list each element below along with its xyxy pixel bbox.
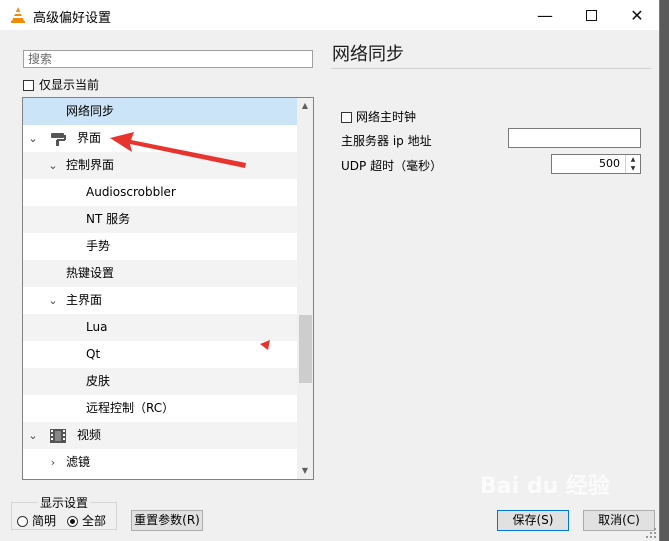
server-ip-label: 主服务器 ip 地址 bbox=[341, 134, 432, 148]
paint-roller-icon bbox=[51, 133, 66, 146]
tree-item-control-interfaces[interactable]: ⌄ 控制界面 bbox=[23, 152, 297, 179]
radio-all-label: 全部 bbox=[82, 514, 107, 528]
tree-item-remote-control[interactable]: 远程控制（RC） bbox=[23, 395, 297, 422]
tree-item-hotkeys[interactable]: 热键设置 bbox=[23, 260, 297, 287]
cancel-button[interactable]: 取消(C) bbox=[583, 510, 655, 531]
vlc-cone-icon bbox=[11, 7, 25, 23]
tree-item-label: 界面 bbox=[77, 131, 102, 145]
tree-item-label: NT 服务 bbox=[86, 212, 131, 226]
tree-item-main-interfaces[interactable]: ⌄ 主界面 bbox=[23, 287, 297, 314]
preferences-window: 高级偏好设置 — ✕ 仅显示当前 网络同步 ⌄ 界面 ⌄ 控制界面 Audios… bbox=[0, 0, 660, 541]
radio-all[interactable] bbox=[67, 516, 78, 527]
tree-item-label: Qt bbox=[86, 347, 101, 361]
save-button[interactable]: 保存(S) bbox=[497, 510, 569, 531]
radio-simple-option[interactable]: 简明 bbox=[17, 512, 56, 529]
tree-item-label: 滤镜 bbox=[66, 455, 91, 469]
chevron-down-icon[interactable]: ⌄ bbox=[47, 152, 59, 179]
watermark: Bai du 经验 bbox=[480, 474, 610, 499]
resize-grip-icon[interactable] bbox=[646, 528, 656, 538]
reset-button[interactable]: 重置参数(R) bbox=[131, 510, 203, 531]
chevron-down-icon[interactable]: ⌄ bbox=[27, 125, 39, 152]
udp-timeout-spinbox[interactable]: 500 ▲ ▼ bbox=[551, 154, 641, 174]
search-input[interactable] bbox=[23, 50, 313, 68]
minimize-button[interactable]: — bbox=[522, 0, 568, 30]
tree-item-label: 控制界面 bbox=[66, 158, 115, 172]
only-current-label: 仅显示当前 bbox=[39, 78, 100, 92]
tree-scrollbar[interactable]: ▲ ▼ bbox=[297, 98, 313, 479]
chevron-down-icon[interactable]: ⌄ bbox=[47, 287, 59, 314]
tree-item-netsync[interactable]: 网络同步 bbox=[23, 98, 297, 125]
radio-all-option[interactable]: 全部 bbox=[67, 512, 106, 529]
scroll-down-icon[interactable]: ▼ bbox=[297, 463, 313, 479]
only-current-option[interactable]: 仅显示当前 bbox=[23, 76, 99, 93]
udp-timeout-label: UDP 超时（毫秒） bbox=[341, 159, 443, 173]
close-icon: ✕ bbox=[630, 5, 644, 25]
tree-item-label: 远程控制（RC） bbox=[86, 401, 175, 415]
tree-item-nt-service[interactable]: NT 服务 bbox=[23, 206, 297, 233]
tree-item-label: 热键设置 bbox=[66, 266, 115, 280]
master-clock-label: 网络主时钟 bbox=[356, 110, 417, 124]
only-current-checkbox[interactable] bbox=[23, 80, 34, 91]
spin-up-icon[interactable]: ▲ bbox=[626, 155, 640, 164]
tree-item-gestures[interactable]: 手势 bbox=[23, 233, 297, 260]
maximize-icon bbox=[585, 9, 597, 21]
udp-timeout-value[interactable]: 500 bbox=[599, 157, 620, 170]
chevron-right-icon[interactable]: › bbox=[47, 449, 59, 476]
spin-buttons: ▲ ▼ bbox=[625, 155, 640, 173]
tree-item-label: Lua bbox=[86, 320, 108, 334]
panel-divider bbox=[331, 68, 651, 69]
radio-simple-label: 简明 bbox=[32, 514, 57, 528]
tree-item-lua[interactable]: Lua bbox=[23, 314, 297, 341]
tree-item-video[interactable]: ⌄ 视频 bbox=[23, 422, 297, 449]
minimize-icon: — bbox=[537, 5, 553, 25]
preferences-tree[interactable]: 网络同步 ⌄ 界面 ⌄ 控制界面 Audioscrobbler NT 服务 手势… bbox=[22, 97, 314, 480]
tree-item-label: Audioscrobbler bbox=[86, 185, 176, 199]
tree-item-qt[interactable]: Qt bbox=[23, 341, 297, 368]
close-button[interactable]: ✕ bbox=[614, 0, 660, 30]
tree-item-label: 手势 bbox=[86, 239, 111, 253]
tree-item-label: 主界面 bbox=[66, 293, 103, 307]
tree-item-audioscrobbler[interactable]: Audioscrobbler bbox=[23, 179, 297, 206]
scroll-up-icon[interactable]: ▲ bbox=[297, 98, 313, 114]
chevron-down-icon[interactable]: ⌄ bbox=[27, 422, 39, 449]
spin-down-icon[interactable]: ▼ bbox=[626, 164, 640, 173]
radio-simple[interactable] bbox=[17, 516, 28, 527]
tree-item-filters[interactable]: › 滤镜 bbox=[23, 449, 297, 476]
tree-item-label: 视频 bbox=[77, 428, 102, 442]
server-ip-input[interactable] bbox=[508, 128, 641, 148]
tree-item-interface[interactable]: ⌄ 界面 bbox=[23, 125, 297, 152]
maximize-button[interactable] bbox=[568, 0, 614, 30]
tree-item-label: 网络同步 bbox=[66, 104, 115, 118]
film-icon bbox=[50, 429, 66, 443]
tree-item-skins[interactable]: 皮肤 bbox=[23, 368, 297, 395]
scroll-thumb[interactable] bbox=[299, 315, 312, 383]
window-title: 高级偏好设置 bbox=[33, 11, 112, 26]
master-clock-option[interactable]: 网络主时钟 bbox=[341, 108, 416, 125]
title-bar: 高级偏好设置 — ✕ bbox=[0, 0, 659, 30]
display-settings-title: 显示设置 bbox=[38, 494, 91, 511]
master-clock-checkbox[interactable] bbox=[341, 112, 352, 123]
panel-title: 网络同步 bbox=[332, 44, 404, 65]
tree-item-label: 皮肤 bbox=[86, 374, 111, 388]
